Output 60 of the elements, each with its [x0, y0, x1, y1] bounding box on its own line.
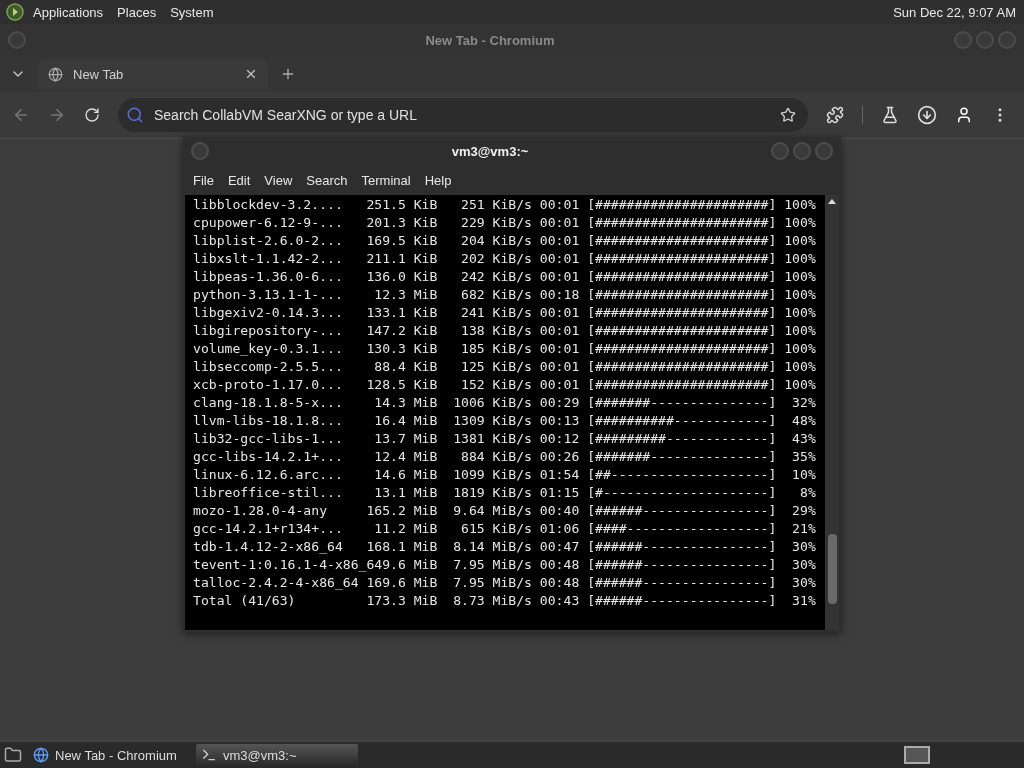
panel-menu[interactable]: System: [165, 4, 219, 20]
panel-menu[interactable]: Applications: [28, 4, 109, 20]
terminal-line: gcc-libs-14.2.1+... 12.4 MiB 884 KiB/s 00:26 [#######---------------] 35%: [193, 448, 816, 466]
workspace-switcher[interactable]: [904, 746, 930, 764]
terminal-line: xcb-proto-1.17.0... 128.5 KiB 152 KiB/s 00:01 [######################] 100%: [193, 376, 816, 394]
terminal-line: linux-6.12.6.arc... 14.6 MiB 1099 KiB/s 01:54 [##--------------------] 10%: [193, 466, 816, 484]
terminal-line: libpeas-1.36.0-6... 136.0 KiB 242 KiB/s 00:01 [######################] 100%: [193, 268, 816, 286]
address-placeholder: Search CollabVM SearXNG or type a URL: [154, 107, 418, 123]
scrollbar[interactable]: [825, 195, 839, 630]
terminal-line: libgirepository-... 147.2 KiB 138 KiB/s 00:01 [######################] 100%: [193, 322, 816, 340]
terminal-line: libreoffice-stil... 13.1 MiB 1819 KiB/s 01:15 [#---------------------] 8%: [193, 484, 816, 502]
search-icon: [126, 106, 144, 124]
terminal-line: tdb-1.4.12-2-x86_64 168.1 MiB 8.14 MiB/s 00:47 [######----------------] 30%: [193, 538, 816, 556]
menu-item[interactable]: File: [187, 172, 220, 188]
window-title: vm3@vm3:~: [450, 143, 530, 159]
puzzle-icon[interactable]: [826, 106, 844, 124]
back-icon[interactable]: [12, 106, 30, 124]
terminal-line: cpupower-6.12-9-... 201.3 KiB 229 KiB/s 00:01 [######################] 100%: [193, 214, 816, 232]
close-icon[interactable]: [244, 67, 258, 81]
terminal-line: python-3.13.1-1-... 12.3 MiB 682 KiB/s 00:18 [######################] 100%: [193, 286, 816, 304]
window-title: New Tab - Chromium: [424, 32, 556, 48]
flask-icon[interactable]: [881, 106, 899, 124]
terminal-line: clang-18.1.8-5-x... 14.3 MiB 1006 KiB/s 00:29 [#######---------------] 32%: [193, 394, 816, 412]
menu-item[interactable]: Edit: [221, 172, 257, 188]
scroll-up-icon[interactable]: [827, 197, 837, 207]
logo-icon[interactable]: [6, 3, 24, 21]
terminal-line: lib32-gcc-libs-1... 13.7 MiB 1381 KiB/s 00:12 [#########-------------] 43%: [193, 430, 816, 448]
download-icon[interactable]: [917, 105, 937, 125]
terminal-line: libseccomp-2.5.5... 88.4 KiB 125 KiB/s 00:01 [######################] 100%: [193, 358, 816, 376]
terminal-line: mozo-1.28.0-4-any 165.2 MiB 9.64 MiB/s 00:40 [######----------------] 29%: [193, 502, 816, 520]
menu-item[interactable]: Terminal: [355, 172, 417, 188]
terminal-line: libblockdev-3.2.... 251.5 KiB 251 KiB/s 00:01 [######################] 100%: [193, 196, 816, 214]
terminal-icon: [201, 747, 217, 763]
taskbar-task[interactable]: vm3@vm3:~: [196, 744, 358, 766]
browser-tab[interactable]: New Tab: [38, 59, 268, 89]
menu-item[interactable]: Search: [300, 172, 354, 188]
terminal-line: tevent-1:0.16.1-4-x86_649.6 MiB 7.95 MiB/s 00:48 [######----------------] 30%: [193, 556, 816, 574]
terminal-line: gcc-14.2.1+r134+... 11.2 MiB 615 KiB/s 01:06 [####------------------] 21%: [193, 520, 816, 538]
forward-icon[interactable]: [48, 106, 66, 124]
clock[interactable]: Sun Dec 22, 9:07 AM: [893, 4, 1018, 20]
profile-icon[interactable]: [955, 106, 973, 124]
terminal-line: libxslt-1.1.42-2... 211.1 KiB 202 KiB/s 00:01 [######################] 100%: [193, 250, 816, 268]
scroll-thumb[interactable]: [827, 534, 837, 604]
reload-icon[interactable]: [84, 107, 100, 123]
globe-icon: [48, 66, 63, 82]
folder-icon[interactable]: [4, 746, 22, 764]
globe-icon: [33, 747, 49, 763]
panel-menu[interactable]: Places: [112, 4, 162, 20]
terminal-line: libgexiv2-0.14.3... 133.1 KiB 241 KiB/s 00:01 [######################] 100%: [193, 304, 816, 322]
star-icon[interactable]: [780, 107, 796, 123]
terminal-line: Total (41/63) 173.3 MiB 8.73 MiB/s 00:43 [######----------------] 31%: [193, 592, 816, 610]
terminal-line: volume_key-0.3.1... 130.3 KiB 185 KiB/s 00:01 [######################] 100%: [193, 340, 816, 358]
new-tab-icon[interactable]: [280, 66, 296, 82]
taskbar-task[interactable]: New Tab - Chromium: [28, 744, 190, 766]
terminal-line: llvm-libs-18.1.8... 16.4 MiB 1309 KiB/s 00:13 [##########------------] 48%: [193, 412, 816, 430]
menu-item[interactable]: Help: [418, 172, 458, 188]
menu-item[interactable]: View: [258, 172, 299, 188]
terminal-line: talloc-2.4.2-4-x86_64 169.6 MiB 7.95 MiB/s 00:48 [######----------------] 30%: [193, 574, 816, 592]
terminal-line: libplist-2.6.0-2... 169.5 KiB 204 KiB/s 00:01 [######################] 100%: [193, 232, 816, 250]
address-field[interactable]: Search CollabVM SearXNG or type a URL: [118, 98, 808, 132]
